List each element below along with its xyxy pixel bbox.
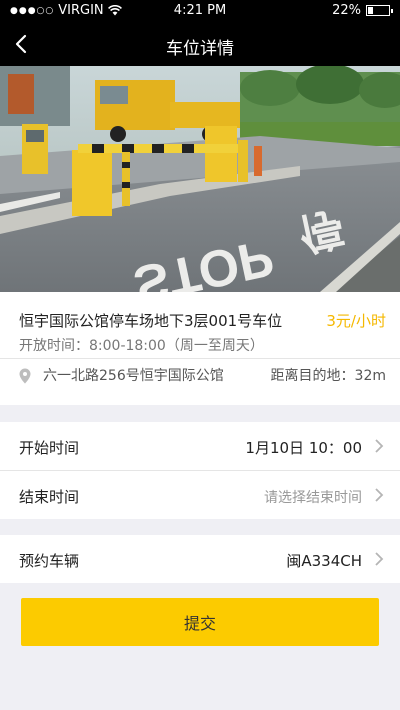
end-time-label: 结束时间: [19, 488, 80, 506]
parking-address: 六一北路256号恒宇国际公馆: [43, 368, 224, 384]
chevron-right-icon: [375, 439, 384, 453]
parking-price: 3元/小时: [326, 312, 386, 330]
location-pin-icon: [19, 368, 31, 384]
end-time-placeholder: 请选择结束时间: [264, 490, 362, 506]
nav-bar: 车位详情: [0, 22, 400, 66]
submit-button[interactable]: 提交: [21, 598, 379, 646]
vehicle-row[interactable]: 预约车辆 闽A334CH: [0, 535, 400, 583]
end-time-row[interactable]: 结束时间 请选择结束时间: [0, 471, 400, 519]
vehicle-label: 预约车辆: [19, 552, 80, 570]
parking-info-card: 恒宇国际公馆停车场地下3层001号车位 3元/小时 开放时间：8:00-18:0…: [0, 292, 400, 405]
divider: [0, 358, 400, 359]
start-time-label: 开始时间: [19, 439, 80, 457]
battery-status: 22%: [332, 3, 393, 18]
vehicle-plate: 闽A334CH: [286, 552, 362, 570]
chevron-right-icon: [375, 552, 384, 566]
start-time-value: 1月10日 10：00: [245, 439, 362, 457]
parking-spot-photo: STOP 停: [0, 66, 400, 292]
start-time-row[interactable]: 开始时间 1月10日 10：00: [0, 422, 400, 470]
battery-fill: [368, 7, 373, 14]
page-title: 车位详情: [166, 39, 234, 59]
chevron-right-icon: [375, 488, 384, 502]
status-bar: ●●●○○ VIRGIN 4:21 PM 22%: [0, 0, 400, 22]
distance-to-destination: 距离目的地：32m: [270, 368, 386, 384]
battery-percent: 22%: [332, 3, 361, 18]
parking-spot-name: 恒宇国际公馆停车场地下3层001号车位: [19, 312, 283, 330]
battery-icon: [366, 5, 393, 16]
parking-photo-illustration: STOP 停: [0, 66, 400, 292]
opening-hours: 开放时间：8:00-18:00（周一至周天）: [19, 338, 264, 354]
